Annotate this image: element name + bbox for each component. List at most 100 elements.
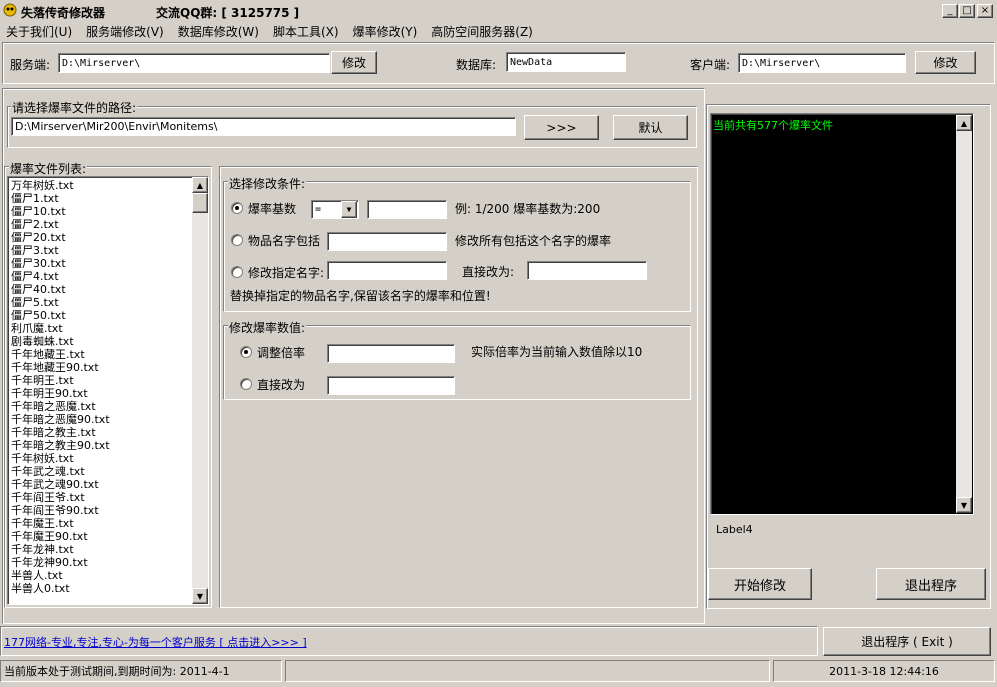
footer-exit-button[interactable]: 退出程序 ( Exit ) xyxy=(823,627,991,656)
scroll-thumb[interactable] xyxy=(192,193,208,213)
multiplier-hint: 实际倍率为当前输入数值除以10 xyxy=(471,345,643,359)
scroll-up-button[interactable]: ▲ xyxy=(192,177,208,193)
status-version: 当前版本处于测试期间,到期时间为: 2011-4-1 xyxy=(0,660,282,682)
menu-about[interactable]: 关于我们(U) xyxy=(6,23,72,39)
rename-to-input[interactable] xyxy=(527,261,647,280)
menu-server[interactable]: 服务端修改(V) xyxy=(86,23,164,39)
list-item[interactable]: 千年阎王爷.txt xyxy=(9,491,192,504)
radio-adjust-multiplier[interactable] xyxy=(240,346,252,358)
client-label: 客户端: xyxy=(690,58,731,72)
file-list-items: 万年树妖.txt 僵尸1.txt 僵尸10.txt 僵尸2.txt 僵尸20.t… xyxy=(9,179,192,602)
maximize-button[interactable]: □ xyxy=(959,4,975,18)
console-scroll-down-button[interactable]: ▼ xyxy=(956,497,972,513)
rate-path-input[interactable]: D:\Mirserver\Mir200\Envir\Monitems\ xyxy=(11,117,516,136)
list-item[interactable]: 僵尸50.txt xyxy=(9,309,192,322)
list-item[interactable]: 僵尸1.txt xyxy=(9,192,192,205)
list-item[interactable]: 利爪魔.txt xyxy=(9,322,192,335)
exit-program-button[interactable]: 退出程序 xyxy=(876,568,986,600)
radio-adjust-multiplier-label: 调整倍率 xyxy=(257,346,306,360)
console-box[interactable]: 当前共有577个爆率文件 ▲ ▼ xyxy=(710,113,974,515)
maximize-icon: □ xyxy=(962,5,972,16)
menu-database[interactable]: 数据库修改(W) xyxy=(178,23,259,39)
name-contains-input[interactable] xyxy=(327,232,447,251)
radio-name-contains[interactable] xyxy=(231,234,243,246)
name-contains-hint: 修改所有包括这个名字的爆率 xyxy=(455,234,612,248)
operator-select[interactable]: = ▼ xyxy=(311,200,359,219)
list-item[interactable]: 千年明王90.txt xyxy=(9,387,192,400)
console-label: Label4 xyxy=(716,523,753,536)
list-item[interactable]: 千年武之魂90.txt xyxy=(9,478,192,491)
file-list-scrollbar[interactable]: ▲ ▼ xyxy=(192,177,208,604)
triangle-down-icon: ▼ xyxy=(960,500,968,510)
server-path-input[interactable]: D:\Mirserver\ xyxy=(58,53,330,73)
multiplier-input[interactable] xyxy=(327,344,455,363)
list-item[interactable]: 剧毒蜘蛛.txt xyxy=(9,335,192,348)
chevron-down-icon[interactable]: ▼ xyxy=(341,201,357,218)
menu-drop-rate[interactable]: 爆率修改(Y) xyxy=(353,23,418,39)
rate-path-group-title: 请选择爆率文件的路径: xyxy=(11,99,138,116)
rename-from-input[interactable] xyxy=(327,261,447,280)
list-item[interactable]: 僵尸10.txt xyxy=(9,205,192,218)
triangle-down-icon: ▼ xyxy=(196,591,204,601)
app-icon xyxy=(3,3,17,17)
list-item[interactable]: 千年阎王爷90.txt xyxy=(9,504,192,517)
list-item[interactable]: 僵尸30.txt xyxy=(9,257,192,270)
triangle-up-icon: ▲ xyxy=(960,118,968,128)
list-item[interactable]: 千年明王.txt xyxy=(9,374,192,387)
client-modify-button[interactable]: 修改 xyxy=(915,51,976,74)
radio-rename[interactable] xyxy=(231,266,243,278)
list-item[interactable]: 僵尸2.txt xyxy=(9,218,192,231)
list-item[interactable]: 半兽人0.txt xyxy=(9,582,192,595)
list-item[interactable]: 千年龙神90.txt xyxy=(9,556,192,569)
list-item[interactable]: 千年地藏王.txt xyxy=(9,348,192,361)
window-title: 失落传奇修改器 xyxy=(21,6,106,20)
radio-direct-set-label: 直接改为 xyxy=(257,378,306,392)
qq-group-label: 交流QQ群: [ 3125775 ] xyxy=(156,6,300,20)
list-item[interactable]: 千年树妖.txt xyxy=(9,452,192,465)
server-modify-button[interactable]: 修改 xyxy=(331,51,377,74)
title-bar[interactable]: 失落传奇修改器 交流QQ群: [ 3125775 ] _ □ × xyxy=(0,0,997,22)
console-scrollbar[interactable]: ▲ ▼ xyxy=(956,115,972,513)
list-item[interactable]: 僵尸40.txt xyxy=(9,283,192,296)
triangle-up-icon: ▲ xyxy=(196,180,204,190)
list-item[interactable]: 万年树妖.txt xyxy=(9,179,192,192)
list-item[interactable]: 僵尸20.txt xyxy=(9,231,192,244)
list-item[interactable]: 千年魔王.txt xyxy=(9,517,192,530)
direct-set-input[interactable] xyxy=(327,376,455,395)
menu-script-tools[interactable]: 脚本工具(X) xyxy=(273,23,339,39)
file-list[interactable]: 万年树妖.txt 僵尸1.txt 僵尸10.txt 僵尸2.txt 僵尸20.t… xyxy=(7,176,209,605)
list-item[interactable]: 千年地藏王90.txt xyxy=(9,361,192,374)
list-item[interactable]: 僵尸5.txt xyxy=(9,296,192,309)
database-input[interactable]: NewData xyxy=(506,52,626,72)
client-path-input[interactable]: D:\Mirserver\ xyxy=(738,53,906,73)
list-item[interactable]: 千年暗之恶魔.txt xyxy=(9,400,192,413)
list-item[interactable]: 千年暗之恶魔90.txt xyxy=(9,413,192,426)
menu-protected-server[interactable]: 高防空间服务器(Z) xyxy=(431,23,533,39)
console-text: 当前共有577个爆率文件 xyxy=(713,119,833,132)
close-button[interactable]: × xyxy=(977,4,993,18)
database-label: 数据库: xyxy=(456,58,497,72)
list-item[interactable]: 千年龙神.txt xyxy=(9,543,192,556)
list-item[interactable]: 千年武之魂.txt xyxy=(9,465,192,478)
list-item[interactable]: 千年暗之教主.txt xyxy=(9,426,192,439)
rename-note: 替换掉指定的物品名字,保留该名字的爆率和位置! xyxy=(230,289,491,303)
default-button[interactable]: 默认 xyxy=(613,115,688,140)
list-item[interactable]: 半兽人.txt xyxy=(9,569,192,582)
list-item[interactable]: 千年暗之教主90.txt xyxy=(9,439,192,452)
list-item[interactable]: 僵尸4.txt xyxy=(9,270,192,283)
menu-bar: 关于我们(U) 服务端修改(V) 数据库修改(W) 脚本工具(X) 爆率修改(Y… xyxy=(6,23,547,39)
conditions-group-title: 选择修改条件: xyxy=(228,175,307,192)
minimize-button[interactable]: _ xyxy=(942,4,958,18)
list-item[interactable]: 千年魔王90.txt xyxy=(9,530,192,543)
base-rate-input[interactable] xyxy=(367,200,447,219)
list-item[interactable]: 僵尸3.txt xyxy=(9,244,192,257)
radio-base-rate[interactable] xyxy=(231,202,243,214)
console-scroll-up-button[interactable]: ▲ xyxy=(956,115,972,131)
minimize-icon: _ xyxy=(947,5,953,16)
website-link[interactable]: 177网络-专业,专注,专心-为每一个客户服务 [ 点击进入>>> ] xyxy=(4,634,307,650)
base-rate-hint: 例: 1/200 爆率基数为:200 xyxy=(455,202,601,216)
radio-direct-set[interactable] xyxy=(240,378,252,390)
start-modify-button[interactable]: 开始修改 xyxy=(708,568,812,600)
scroll-down-button[interactable]: ▼ xyxy=(192,588,208,604)
browse-button[interactable]: >>> xyxy=(524,115,599,140)
